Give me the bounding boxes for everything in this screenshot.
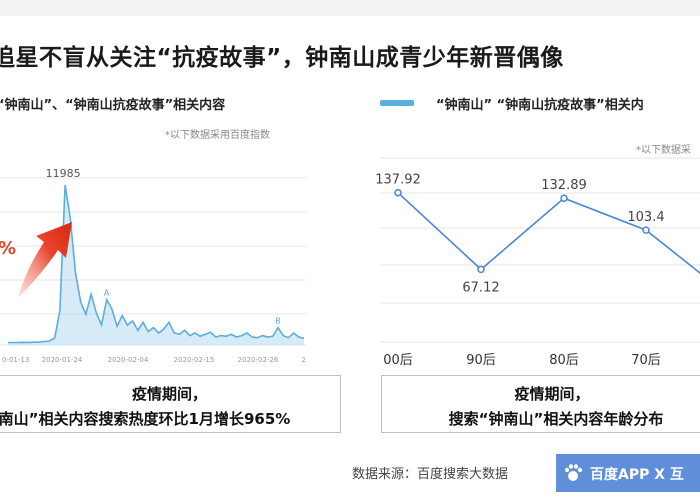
peak-label: 11985: [46, 167, 81, 180]
paw-icon: [564, 464, 583, 481]
annotation-b: B: [275, 317, 281, 326]
percent-fragment: %: [0, 238, 16, 259]
right-point: [477, 265, 485, 274]
right-point: [394, 188, 402, 197]
left-x-tick: 2020-02-15: [174, 356, 215, 364]
left-x-tick: 0-01-13: [2, 356, 29, 364]
right-data-label: 137.92: [375, 173, 421, 188]
annotation-a: A: [104, 289, 110, 298]
right-caption-line1: 疫情期间，: [514, 385, 590, 403]
right-point: [560, 194, 568, 202]
left-x-tick: 2020-01-24: [42, 356, 83, 364]
brand-badge-text: 百度APP X 互: [590, 467, 684, 483]
right-x-tick: 00后: [383, 353, 413, 368]
left-area-line: [7, 184, 305, 344]
right-data-label: 103.4: [627, 210, 664, 225]
right-data-label: 132.89: [541, 178, 587, 193]
data-source: 数据来源：百度搜索大数据: [352, 467, 509, 482]
right-point: [642, 226, 650, 234]
left-caption-line2: 南山”相关内容搜索热度环比1月增长965%: [0, 410, 291, 428]
left-caption-box: 疫情期间， 南山”相关内容搜索热度环比1月增长965%: [0, 375, 341, 433]
left-caption-line1: 疫情期间，: [131, 385, 207, 403]
right-line-chart: 137.9267.12132.89103.400后90后80后70后6: [375, 157, 700, 368]
right-caption-line2: 搜索“钟南山”相关内容年龄分布: [448, 410, 664, 428]
right-series-line: [397, 192, 700, 274]
left-area-fill: [8, 184, 304, 345]
right-x-tick: 90后: [466, 353, 496, 368]
left-x-tick: 2: [302, 356, 306, 364]
right-x-tick: 80后: [549, 353, 579, 368]
right-caption-box: 疫情期间， 搜索“钟南山”相关内容年龄分布: [381, 375, 700, 433]
right-x-tick: 70后: [631, 353, 661, 368]
left-x-tick: 2020-02-04: [108, 356, 149, 364]
left-x-tick: 2020-02-26: [238, 356, 279, 364]
right-data-label: 67.12: [462, 280, 499, 295]
brand-badge: 百度APP X 互: [556, 454, 700, 492]
